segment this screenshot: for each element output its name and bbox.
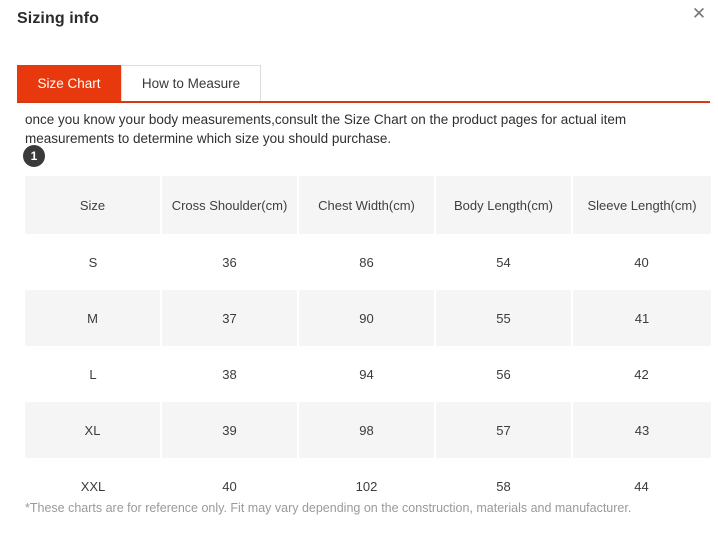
tab-underline xyxy=(17,101,710,103)
cell-chest-width: 94 xyxy=(298,346,435,402)
table-row: S 36 86 54 40 xyxy=(25,234,711,290)
cell-size: M xyxy=(25,290,162,346)
cell-sleeve-length: 43 xyxy=(572,402,711,458)
close-icon[interactable]: ✕ xyxy=(688,3,710,25)
cell-size: S xyxy=(25,234,161,290)
column-header-size: Size xyxy=(25,176,162,234)
cell-body-length: 57 xyxy=(435,402,573,458)
cell-size: XL xyxy=(25,402,162,458)
footer-disclaimer: *These charts are for reference only. Fi… xyxy=(25,501,632,515)
column-header-chest-width: Chest Width(cm) xyxy=(298,176,436,234)
column-header-sleeve-length: Sleeve Length(cm) xyxy=(572,176,711,234)
table-row: XL 39 98 57 43 xyxy=(25,402,711,458)
tabs-container: Size Chart How to Measure xyxy=(17,65,710,103)
cell-body-length: 55 xyxy=(435,290,573,346)
column-header-cross-shoulder: Cross Shoulder(cm) xyxy=(161,176,299,234)
cell-chest-width: 98 xyxy=(298,402,436,458)
cell-sleeve-length: 40 xyxy=(572,234,711,290)
cell-body-length: 54 xyxy=(435,234,572,290)
cell-sleeve-length: 42 xyxy=(572,346,711,402)
cell-body-length: 56 xyxy=(435,346,572,402)
description-text: once you know your body measurements,con… xyxy=(25,112,627,146)
tab-size-chart[interactable]: Size Chart xyxy=(17,65,121,101)
tab-how-to-measure[interactable]: How to Measure xyxy=(121,65,261,101)
table-row: L 38 94 56 42 xyxy=(25,346,711,402)
cell-chest-width: 90 xyxy=(298,290,436,346)
cell-size: L xyxy=(25,346,161,402)
step-badge: 1 xyxy=(23,145,45,167)
column-header-body-length: Body Length(cm) xyxy=(435,176,573,234)
cell-sleeve-length: 41 xyxy=(572,290,711,346)
cell-cross-shoulder: 37 xyxy=(161,290,299,346)
modal-header: Sizing info ✕ xyxy=(0,0,718,46)
table-header: Size Cross Shoulder(cm) Chest Width(cm) … xyxy=(25,176,711,234)
table-row: M 37 90 55 41 xyxy=(25,290,711,346)
table-header-row: Size Cross Shoulder(cm) Chest Width(cm) … xyxy=(25,176,711,234)
table-body: S 36 86 54 40 M 37 90 55 41 L 38 94 56 4… xyxy=(25,234,711,514)
tab-list: Size Chart How to Measure xyxy=(17,65,710,101)
cell-chest-width: 86 xyxy=(298,234,435,290)
cell-cross-shoulder: 38 xyxy=(161,346,298,402)
page-title: Sizing info xyxy=(17,10,99,27)
cell-cross-shoulder: 39 xyxy=(161,402,299,458)
size-chart-table: Size Cross Shoulder(cm) Chest Width(cm) … xyxy=(25,176,711,514)
cell-cross-shoulder: 36 xyxy=(161,234,298,290)
sizing-info-modal: Sizing info ✕ Size Chart How to Measure … xyxy=(0,0,718,554)
